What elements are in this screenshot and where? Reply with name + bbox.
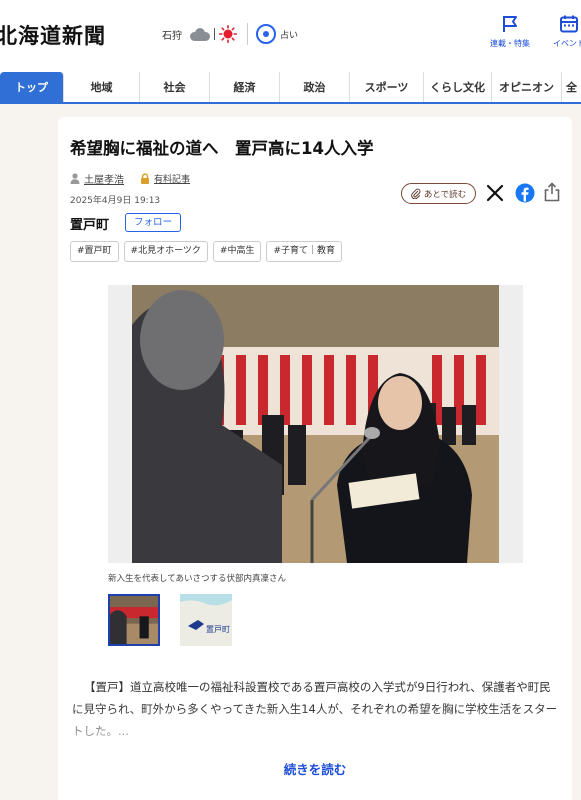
fortune-label: 占い bbox=[280, 30, 299, 41]
article-byline: 土屋孝浩 有料記事 bbox=[70, 171, 190, 186]
site-logo[interactable]: 北海道新聞 bbox=[0, 20, 106, 50]
photo-caption: 新入生を代表してあいさつする伏部内真凜さん bbox=[108, 574, 286, 584]
tag-high-school[interactable]: #中高生 bbox=[212, 241, 262, 262]
flag-icon bbox=[503, 16, 517, 32]
paperclip-icon bbox=[411, 188, 421, 199]
main-nav: トップ 地域 社会 経済 政治 スポーツ くらし文化 オピニオン 全 bbox=[0, 72, 581, 104]
weather-separator bbox=[214, 28, 215, 40]
series-feature-label: 連載・特集 bbox=[490, 39, 530, 48]
article-photo[interactable] bbox=[132, 285, 499, 563]
town-name: 置戸町 bbox=[70, 218, 110, 233]
author-link[interactable]: 土屋孝浩 bbox=[84, 171, 124, 186]
share-icon[interactable] bbox=[543, 182, 561, 202]
x-icon[interactable] bbox=[486, 184, 504, 202]
paid-article-label[interactable]: 有料記事 bbox=[154, 172, 190, 185]
photo-thumbnail[interactable] bbox=[108, 594, 160, 646]
person-icon bbox=[70, 173, 80, 184]
map-place-label: 置戸町 bbox=[206, 625, 230, 634]
follow-button[interactable]: フォロー bbox=[125, 213, 181, 232]
horoscope-icon bbox=[256, 24, 276, 44]
nav-tab-sports[interactable]: スポーツ bbox=[350, 72, 424, 104]
nav-tab-all[interactable]: 全 bbox=[562, 72, 581, 104]
nav-tab-politics[interactable]: 政治 bbox=[280, 72, 350, 104]
nav-tab-society[interactable]: 社会 bbox=[140, 72, 210, 104]
read-later-label: あとで読む bbox=[423, 189, 467, 200]
sun-icon bbox=[219, 25, 237, 43]
nav-tab-economy[interactable]: 経済 bbox=[210, 72, 280, 104]
tag-okoto[interactable]: #置戸町 bbox=[70, 241, 119, 262]
article-photo-frame bbox=[108, 285, 523, 563]
tag-parenting-education[interactable]: #子育て｜教育 bbox=[266, 241, 343, 262]
read-more-link[interactable]: 続きを読む bbox=[58, 759, 572, 778]
body-fade-overlay bbox=[58, 707, 572, 747]
nav-tab-opinion[interactable]: オピニオン bbox=[492, 72, 562, 104]
header-divider bbox=[247, 23, 248, 45]
calendar-icon bbox=[560, 15, 578, 33]
tag-kitami-okhotsk[interactable]: #北見オホーツク bbox=[123, 241, 208, 262]
tag-list: #置戸町 #北見オホーツク #中高生 #子育て｜教育 bbox=[70, 241, 347, 262]
nav-tab-culture[interactable]: くらし文化 bbox=[424, 72, 492, 104]
read-later-button[interactable]: あとで読む bbox=[401, 183, 476, 204]
article-card: 希望胸に福祉の道へ 置戸高に14人入学 土屋孝浩 有料記事 2025年4月9日 … bbox=[58, 117, 572, 800]
event-label: イベント bbox=[553, 39, 581, 48]
weather-widget[interactable]: 石狩 占い bbox=[162, 22, 298, 46]
nav-tab-region[interactable]: 地域 bbox=[64, 72, 140, 104]
event-button[interactable]: イベント bbox=[553, 14, 581, 49]
facebook-icon[interactable] bbox=[515, 183, 535, 203]
publish-date: 2025年4月9日 19:13 bbox=[70, 196, 161, 206]
site-header: 北海道新聞 石狩 占い 連載・特集 イベン bbox=[0, 0, 581, 72]
weather-city: 石狩 bbox=[162, 30, 182, 42]
fortune-link[interactable]: 占い bbox=[256, 24, 298, 44]
map-thumbnail[interactable]: 置戸町 bbox=[180, 594, 232, 646]
article-title: 希望胸に福祉の道へ 置戸高に14人入学 bbox=[70, 139, 374, 158]
series-feature-button[interactable]: 連載・特集 bbox=[490, 14, 530, 49]
cloud-icon bbox=[190, 28, 210, 41]
nav-tab-top[interactable]: トップ bbox=[0, 72, 64, 104]
nav-underline bbox=[0, 102, 581, 104]
lock-icon bbox=[141, 173, 149, 184]
